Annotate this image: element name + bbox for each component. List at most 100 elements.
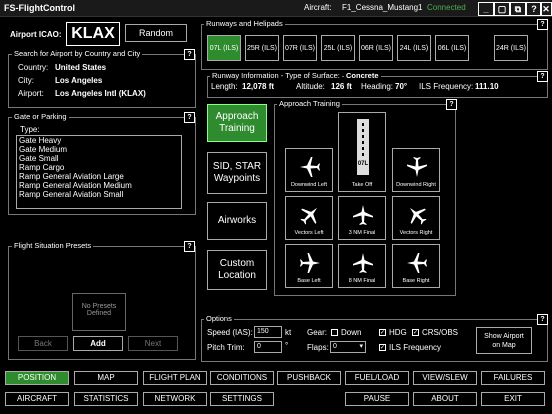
runway-25r-button[interactable]: 25R (ILS): [245, 35, 279, 61]
nav-about[interactable]: ABOUT: [413, 392, 477, 406]
length-value: 12,078 ft: [242, 82, 275, 91]
runway-06l-button[interactable]: 06L (ILS): [435, 35, 469, 61]
connection-status: Connected: [427, 3, 466, 12]
ils-freq-label: ILS Frequency: [389, 343, 442, 352]
nav-settings[interactable]: SETTINGS: [210, 392, 274, 406]
app-title: FS-FlightControl: [4, 3, 75, 13]
length-label: Length:: [211, 82, 238, 91]
runway-07l-button[interactable]: 07L (ILS): [207, 35, 241, 61]
8nm-final-tile[interactable]: 8 NM Final: [338, 244, 386, 288]
minimize-icon[interactable]: _: [478, 2, 494, 16]
add-button[interactable]: Add: [73, 336, 123, 351]
next-button[interactable]: Next: [128, 336, 178, 351]
pitch-unit: °: [285, 341, 289, 350]
show-airport-line1: Show Airport: [484, 333, 524, 340]
ils-freq-checkbox[interactable]: ✓: [379, 344, 386, 351]
nav-view-slew[interactable]: VIEW/SLEW: [413, 371, 477, 385]
nav-aircraft[interactable]: AIRCRAFT: [5, 392, 69, 406]
nav-failures[interactable]: FAILURES: [481, 371, 545, 385]
pitch-input[interactable]: 0: [254, 341, 282, 353]
list-item[interactable]: Gate Medium: [17, 145, 181, 154]
icao-input[interactable]: KLAX: [66, 22, 120, 46]
nav-statistics[interactable]: STATISTICS: [74, 392, 138, 406]
search-help-icon[interactable]: ?: [184, 49, 195, 60]
custom-location-button[interactable]: Custom Location: [207, 250, 267, 290]
type-label: Type:: [20, 125, 40, 134]
list-item[interactable]: Ramp General Aviation Large: [17, 172, 181, 181]
sid-star-button[interactable]: SID, STAR Waypoints: [207, 152, 267, 194]
pitch-label: Pitch Trim:: [207, 343, 245, 352]
gate-type-list[interactable]: Gate Heavy Gate Medium Gate Small Ramp C…: [16, 135, 182, 209]
no-presets-box: No Presets Defined: [72, 293, 126, 331]
nav-pause[interactable]: PAUSE: [345, 392, 409, 406]
runway-06r-button[interactable]: 06R (ILS): [359, 35, 393, 61]
show-airport-on-map-button[interactable]: Show Airport on Map: [476, 327, 532, 354]
heading-value: 70°: [395, 82, 408, 91]
approach-help-icon[interactable]: ?: [446, 99, 457, 110]
tile-label: Vectors Left: [294, 230, 324, 236]
runway-info-help-icon[interactable]: ?: [537, 71, 548, 82]
runway-25l-button[interactable]: 25L (ILS): [321, 35, 355, 61]
vectors-left-tile[interactable]: Vectors Left: [285, 196, 333, 240]
restore-icon[interactable]: ⧉: [510, 2, 526, 16]
nav-pushback[interactable]: PUSHBACK: [277, 371, 341, 385]
back-button[interactable]: Back: [18, 336, 68, 351]
list-item[interactable]: Ramp Cargo: [17, 163, 181, 172]
hdg-checkbox[interactable]: ✓: [379, 329, 386, 336]
list-item[interactable]: Ramp General Aviation Medium: [17, 181, 181, 190]
random-button[interactable]: Random: [125, 24, 187, 42]
downwind-right-tile[interactable]: Downwind Right: [392, 148, 440, 192]
speed-input[interactable]: 150: [254, 326, 282, 338]
base-right-tile[interactable]: Base Right: [392, 244, 440, 288]
list-item[interactable]: Gate Small: [17, 154, 181, 163]
tile-label: Downwind Left: [290, 182, 328, 188]
country-value[interactable]: United States: [55, 63, 106, 72]
nav-exit[interactable]: EXIT: [481, 392, 545, 406]
airplane-icon: [300, 157, 320, 177]
options-help-icon[interactable]: ?: [537, 314, 548, 325]
approach-line1: Approach: [215, 111, 259, 122]
hdg-label: HDG: [389, 328, 407, 337]
nav-fuel-load[interactable]: FUEL/LOAD: [345, 371, 409, 385]
nav-flight-plan[interactable]: FLIGHT PLAN: [143, 371, 207, 385]
runways-panel-title: Runways and Helipads: [204, 19, 285, 28]
tile-label: Take Off: [351, 182, 373, 188]
city-value[interactable]: Los Angeles: [55, 76, 102, 85]
airworks-button[interactable]: Airworks: [207, 202, 267, 240]
tile-label: Vectors Right: [399, 230, 433, 236]
list-item[interactable]: Gate Heavy: [17, 136, 181, 145]
aircraft-label: Aircraft:: [304, 3, 332, 12]
downwind-left-tile[interactable]: Downwind Left: [285, 148, 333, 192]
presets-help-icon[interactable]: ?: [184, 241, 195, 252]
runway-centerline: [362, 123, 364, 159]
gate-help-icon[interactable]: ?: [184, 112, 195, 123]
nav-position[interactable]: POSITION: [5, 371, 69, 385]
crs-label: CRS/OBS: [422, 328, 459, 337]
close-icon[interactable]: ✕: [540, 2, 552, 16]
nav-map[interactable]: MAP: [74, 371, 138, 385]
runway-24l-button[interactable]: 24L (ILS): [397, 35, 431, 61]
tile-label: Downwind Right: [396, 182, 436, 188]
airport-value[interactable]: Los Angeles Intl (KLAX): [55, 89, 146, 98]
vectors-right-tile[interactable]: Vectors Right: [392, 196, 440, 240]
runway-07r-button[interactable]: 07R (ILS): [283, 35, 317, 61]
list-item[interactable]: Ramp General Aviation Small: [17, 190, 181, 199]
runway-24r-button[interactable]: 24R (ILS): [494, 35, 528, 61]
nav-conditions[interactable]: CONDITIONS: [210, 371, 274, 385]
maximize-icon[interactable]: ▢: [494, 2, 510, 16]
speed-unit: kt: [285, 328, 292, 337]
airplane-icon: [353, 253, 373, 273]
crs-checkbox[interactable]: ✓: [412, 329, 419, 336]
approach-training-button[interactable]: Approach Training: [207, 104, 267, 142]
takeoff-tile[interactable]: 07L Take Off: [338, 112, 386, 192]
sid-line1: SID, STAR: [212, 161, 262, 172]
options-title: Options: [204, 314, 234, 323]
base-left-tile[interactable]: Base Left: [285, 244, 333, 288]
airplane-icon: [407, 157, 427, 177]
gear-down-checkbox[interactable]: [331, 329, 338, 336]
flaps-label: Flaps:: [307, 343, 329, 352]
nav-network[interactable]: NETWORK: [143, 392, 207, 406]
flaps-select[interactable]: 0 ▾: [330, 341, 366, 353]
3nm-final-tile[interactable]: 3 NM Final: [338, 196, 386, 240]
runways-help-icon[interactable]: ?: [537, 19, 548, 30]
